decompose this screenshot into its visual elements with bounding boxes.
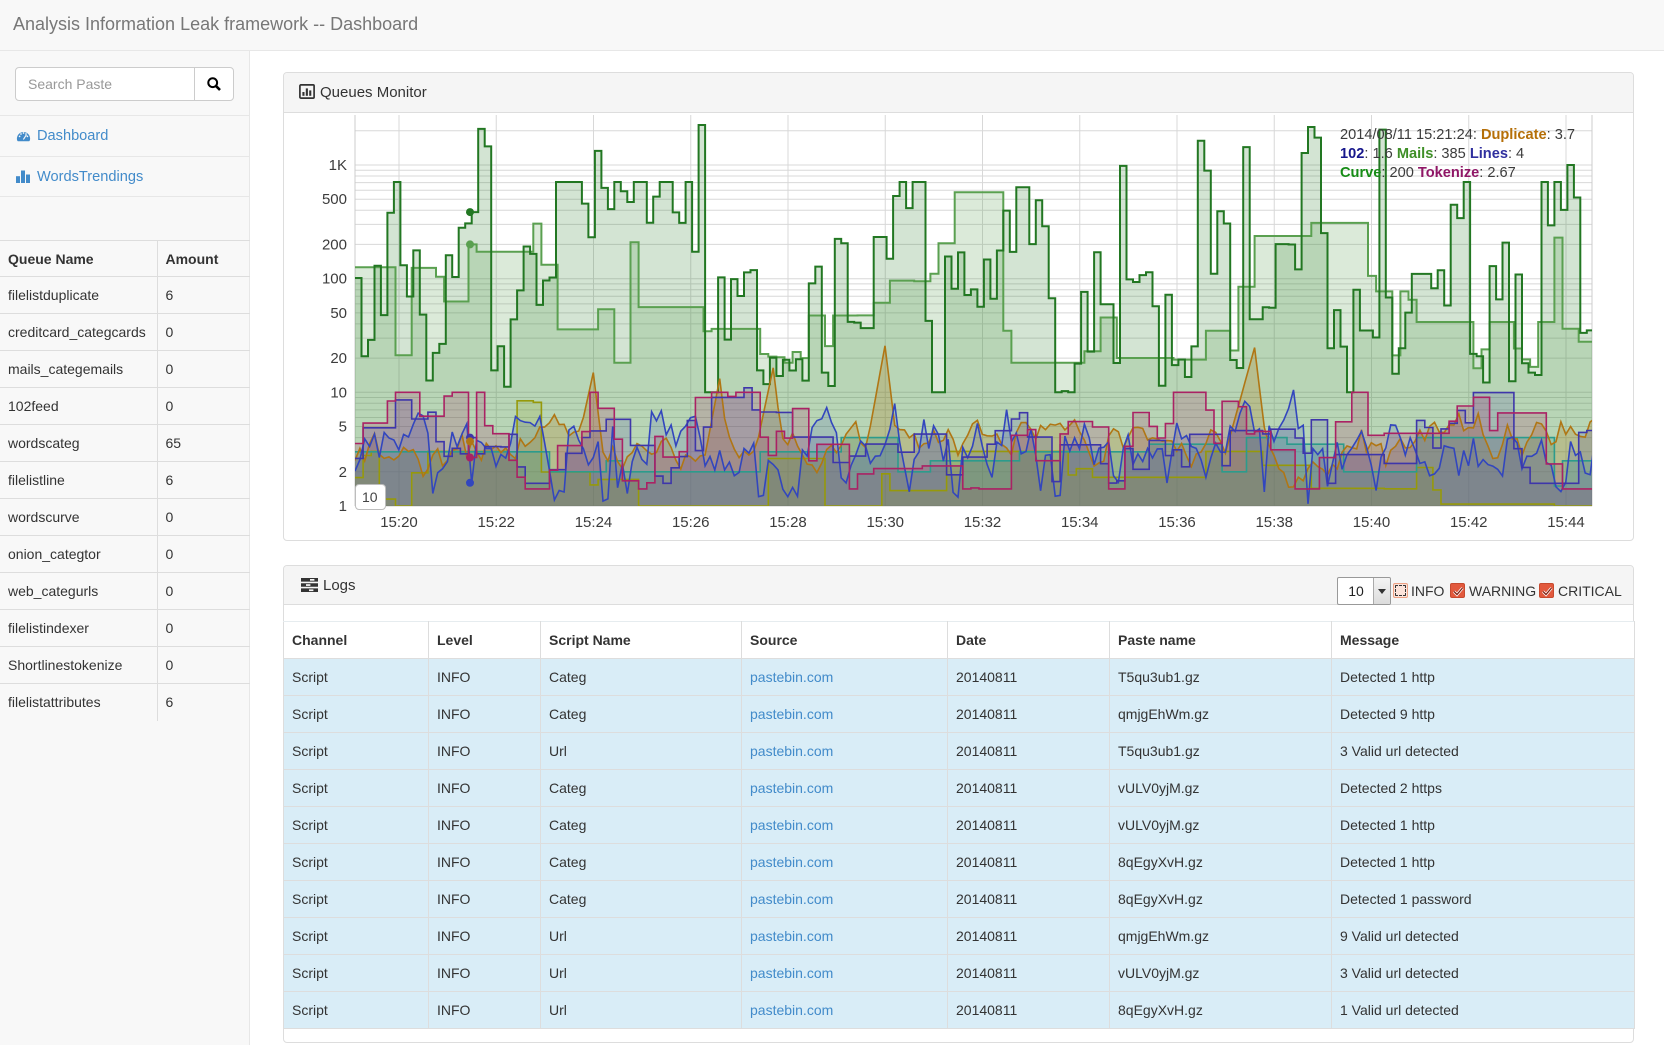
svg-text:15:20: 15:20 [380, 514, 418, 531]
svg-text:50: 50 [330, 305, 347, 322]
svg-text:15:30: 15:30 [866, 514, 904, 531]
svg-text:15:26: 15:26 [672, 514, 710, 531]
svg-text:10: 10 [330, 384, 347, 401]
svg-text:15:42: 15:42 [1450, 514, 1488, 531]
svg-text:1K: 1K [329, 157, 347, 174]
svg-text:1: 1 [339, 498, 347, 515]
svg-text:200: 200 [322, 236, 347, 253]
svg-text:15:28: 15:28 [769, 514, 807, 531]
svg-text:15:44: 15:44 [1547, 514, 1585, 531]
svg-text:20: 20 [330, 350, 347, 367]
svg-text:15:24: 15:24 [575, 514, 613, 531]
svg-text:15:36: 15:36 [1158, 514, 1196, 531]
svg-text:15:40: 15:40 [1353, 514, 1391, 531]
svg-text:15:32: 15:32 [964, 514, 1002, 531]
svg-text:15:38: 15:38 [1255, 514, 1293, 531]
svg-text:500: 500 [322, 191, 347, 208]
svg-text:100: 100 [322, 271, 347, 288]
svg-text:15:22: 15:22 [477, 514, 515, 531]
svg-text:15:34: 15:34 [1061, 514, 1099, 531]
svg-text:2: 2 [339, 464, 347, 481]
svg-text:5: 5 [339, 419, 347, 436]
